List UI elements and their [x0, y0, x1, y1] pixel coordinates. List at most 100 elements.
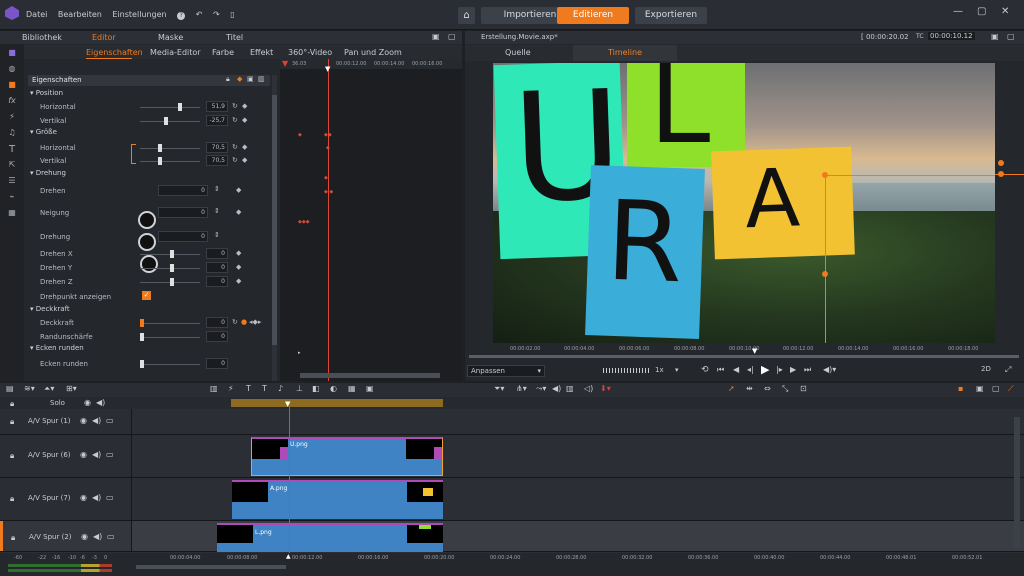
step-forward-icon[interactable]: ▶ [790, 365, 796, 374]
razor-icon[interactable]: ⚡ [228, 384, 234, 393]
value-horizontal[interactable]: 51,9 [206, 101, 228, 112]
scrubber-track[interactable] [469, 355, 1019, 358]
value-drehen-x[interactable]: 0 [206, 248, 228, 259]
speed-dropdown-icon[interactable]: ▾ [675, 366, 679, 374]
export-button[interactable]: Exportieren [635, 7, 707, 24]
value-randunschaerfe[interactable]: 0 [206, 331, 228, 342]
zoom-area-icon[interactable]: ⊡ [800, 384, 807, 393]
value-drehen-z[interactable]: 0 [206, 276, 228, 287]
subtab-farbe[interactable]: Farbe [212, 48, 234, 57]
timeline-options-icon[interactable]: ⊞▾ [66, 384, 77, 393]
monitor-icon[interactable]: ▭ [107, 532, 115, 541]
keyframe-icon[interactable]: ◆ [236, 186, 241, 194]
frame-forward-icon[interactable]: |▸ [776, 365, 783, 374]
layers-icon[interactable]: ☰ [6, 176, 18, 185]
snapshot-icon[interactable]: ◧ [312, 384, 320, 393]
markers-icon[interactable]: ⏷▾ [494, 384, 504, 394]
volume-icon[interactable]: ◀)▾ [823, 365, 836, 374]
tab-maske[interactable]: Maske [158, 33, 183, 42]
spin-icon[interactable]: ⇕ [214, 185, 220, 193]
track-name[interactable]: A/V Spur (6) [28, 451, 71, 459]
stereo-3d-icon[interactable]: 2D [981, 365, 991, 373]
slider-knob[interactable] [170, 250, 174, 258]
fullscreen-icon[interactable]: ⤢ [1005, 365, 1011, 375]
monitor-icon[interactable]: ▭ [106, 493, 114, 502]
slider-knob[interactable] [178, 103, 182, 111]
globe-icon[interactable]: ◍ [6, 64, 18, 73]
text-icon[interactable]: T [6, 144, 18, 155]
slider-knob[interactable] [158, 144, 162, 152]
track-name[interactable]: A/V Spur (2) [29, 533, 72, 541]
track-settings-icon[interactable]: ▪ [958, 384, 963, 393]
reset-icon[interactable]: ↻ [232, 143, 238, 151]
speed-value[interactable]: 1x [655, 366, 664, 374]
frame-back-icon[interactable]: ◂| [747, 365, 754, 374]
transition-icon[interactable]: ⚡ [6, 112, 18, 121]
keyframe-icon[interactable]: ◆ [236, 277, 241, 285]
track-name[interactable]: A/V Spur (1) [28, 417, 71, 425]
menu-datei[interactable]: Datei [26, 10, 47, 19]
kf-playhead[interactable] [328, 59, 329, 381]
visibility-icon[interactable]: ◉ [80, 416, 87, 425]
image-icon[interactable]: ▣ [247, 75, 254, 83]
step-back-icon[interactable]: ◀ [733, 365, 739, 374]
slider-drehen-x[interactable] [140, 250, 200, 258]
color-icon[interactable]: ■ [6, 80, 18, 89]
slider-knob[interactable] [170, 264, 174, 272]
expand-panel-icon[interactable]: ▢ [448, 32, 456, 41]
screen-rec-icon[interactable]: ▣ [366, 384, 374, 393]
keyframe-icon[interactable]: ◆ [236, 263, 241, 271]
subtab-effekt[interactable]: Effekt [250, 48, 273, 57]
document-icon[interactable]: ▯ [230, 10, 234, 19]
loop-icon[interactable]: ⟲ [701, 365, 709, 375]
maximize-icon[interactable]: ▢ [977, 6, 986, 17]
drehpunkt-checkbox[interactable]: ✓ [142, 291, 151, 300]
menu-bearbeiten[interactable]: Bearbeiten [58, 10, 102, 19]
audio-icon[interactable]: ⌁ [6, 192, 18, 201]
visibility-icon[interactable]: ◉ [84, 398, 91, 407]
slider-knob[interactable] [170, 278, 174, 286]
keyframe-icon[interactable]: ◆ [236, 208, 241, 216]
slider-knob[interactable] [140, 333, 144, 341]
tab-editor[interactable]: Editor [92, 33, 116, 42]
slider-groesse-vertikal[interactable] [140, 157, 200, 165]
keyframe-add-icon[interactable]: ◆ [237, 75, 242, 83]
audio-mix-icon[interactable]: ◀) [552, 384, 561, 393]
lock-icon[interactable]: 🔒︎ [10, 494, 14, 504]
lock-icon[interactable]: 🔒︎ [226, 75, 230, 84]
value-deckkraft[interactable]: 0 [206, 317, 228, 328]
clip-l[interactable]: L.png [217, 523, 443, 552]
slider-icon[interactable]: ⟋ [1008, 384, 1014, 394]
marker-add-icon[interactable]: ⬇▾ [600, 384, 611, 393]
delete-icon[interactable]: ▥ [566, 384, 574, 393]
timeline-playhead[interactable] [289, 407, 290, 557]
close-icon[interactable]: ✕ [1001, 6, 1009, 17]
kf-scrollbar[interactable] [300, 373, 440, 378]
subtab-pan-zoom[interactable]: Pan und Zoom [344, 48, 402, 57]
motion-icon[interactable]: ⇱ [6, 160, 18, 169]
slider-deckkraft[interactable] [140, 319, 200, 327]
value-drehen-y[interactable]: 0 [206, 262, 228, 273]
tab-titel[interactable]: Titel [226, 33, 243, 42]
tab-bibliothek[interactable]: Bibliothek [22, 33, 62, 42]
undo-icon[interactable]: ↶ [196, 10, 203, 19]
go-start-icon[interactable]: ⏮ [717, 365, 724, 375]
pointer-icon[interactable]: ➚ [728, 384, 735, 393]
audio-icon[interactable]: ◀) [92, 493, 101, 502]
slider-knob[interactable] [164, 117, 168, 125]
reset-icon[interactable]: ↻ [232, 156, 238, 164]
trash-icon[interactable]: ▥ [258, 75, 265, 83]
slider-drehen-z[interactable] [140, 278, 200, 286]
reset-icon[interactable]: ↻ [232, 318, 238, 326]
menu-einstellungen[interactable]: Einstellungen [112, 10, 166, 19]
kf-marker[interactable]: ◆ ◆ [324, 189, 333, 195]
audio-icon[interactable]: ◀) [96, 398, 105, 407]
keyframe-icon[interactable]: ◆ [236, 249, 241, 257]
section-groesse[interactable]: ▾ Größe [30, 128, 57, 136]
library-icon[interactable]: ■ [6, 48, 18, 57]
keyframe-active-icon[interactable]: ● [241, 318, 247, 326]
zoom-fit-icon[interactable]: ⤡ [782, 384, 788, 394]
play-marker-icon[interactable]: ▼ [282, 59, 288, 68]
value-groesse-vertikal[interactable]: 70,5 [206, 155, 228, 166]
tab-quelle[interactable]: Quelle [505, 48, 531, 57]
